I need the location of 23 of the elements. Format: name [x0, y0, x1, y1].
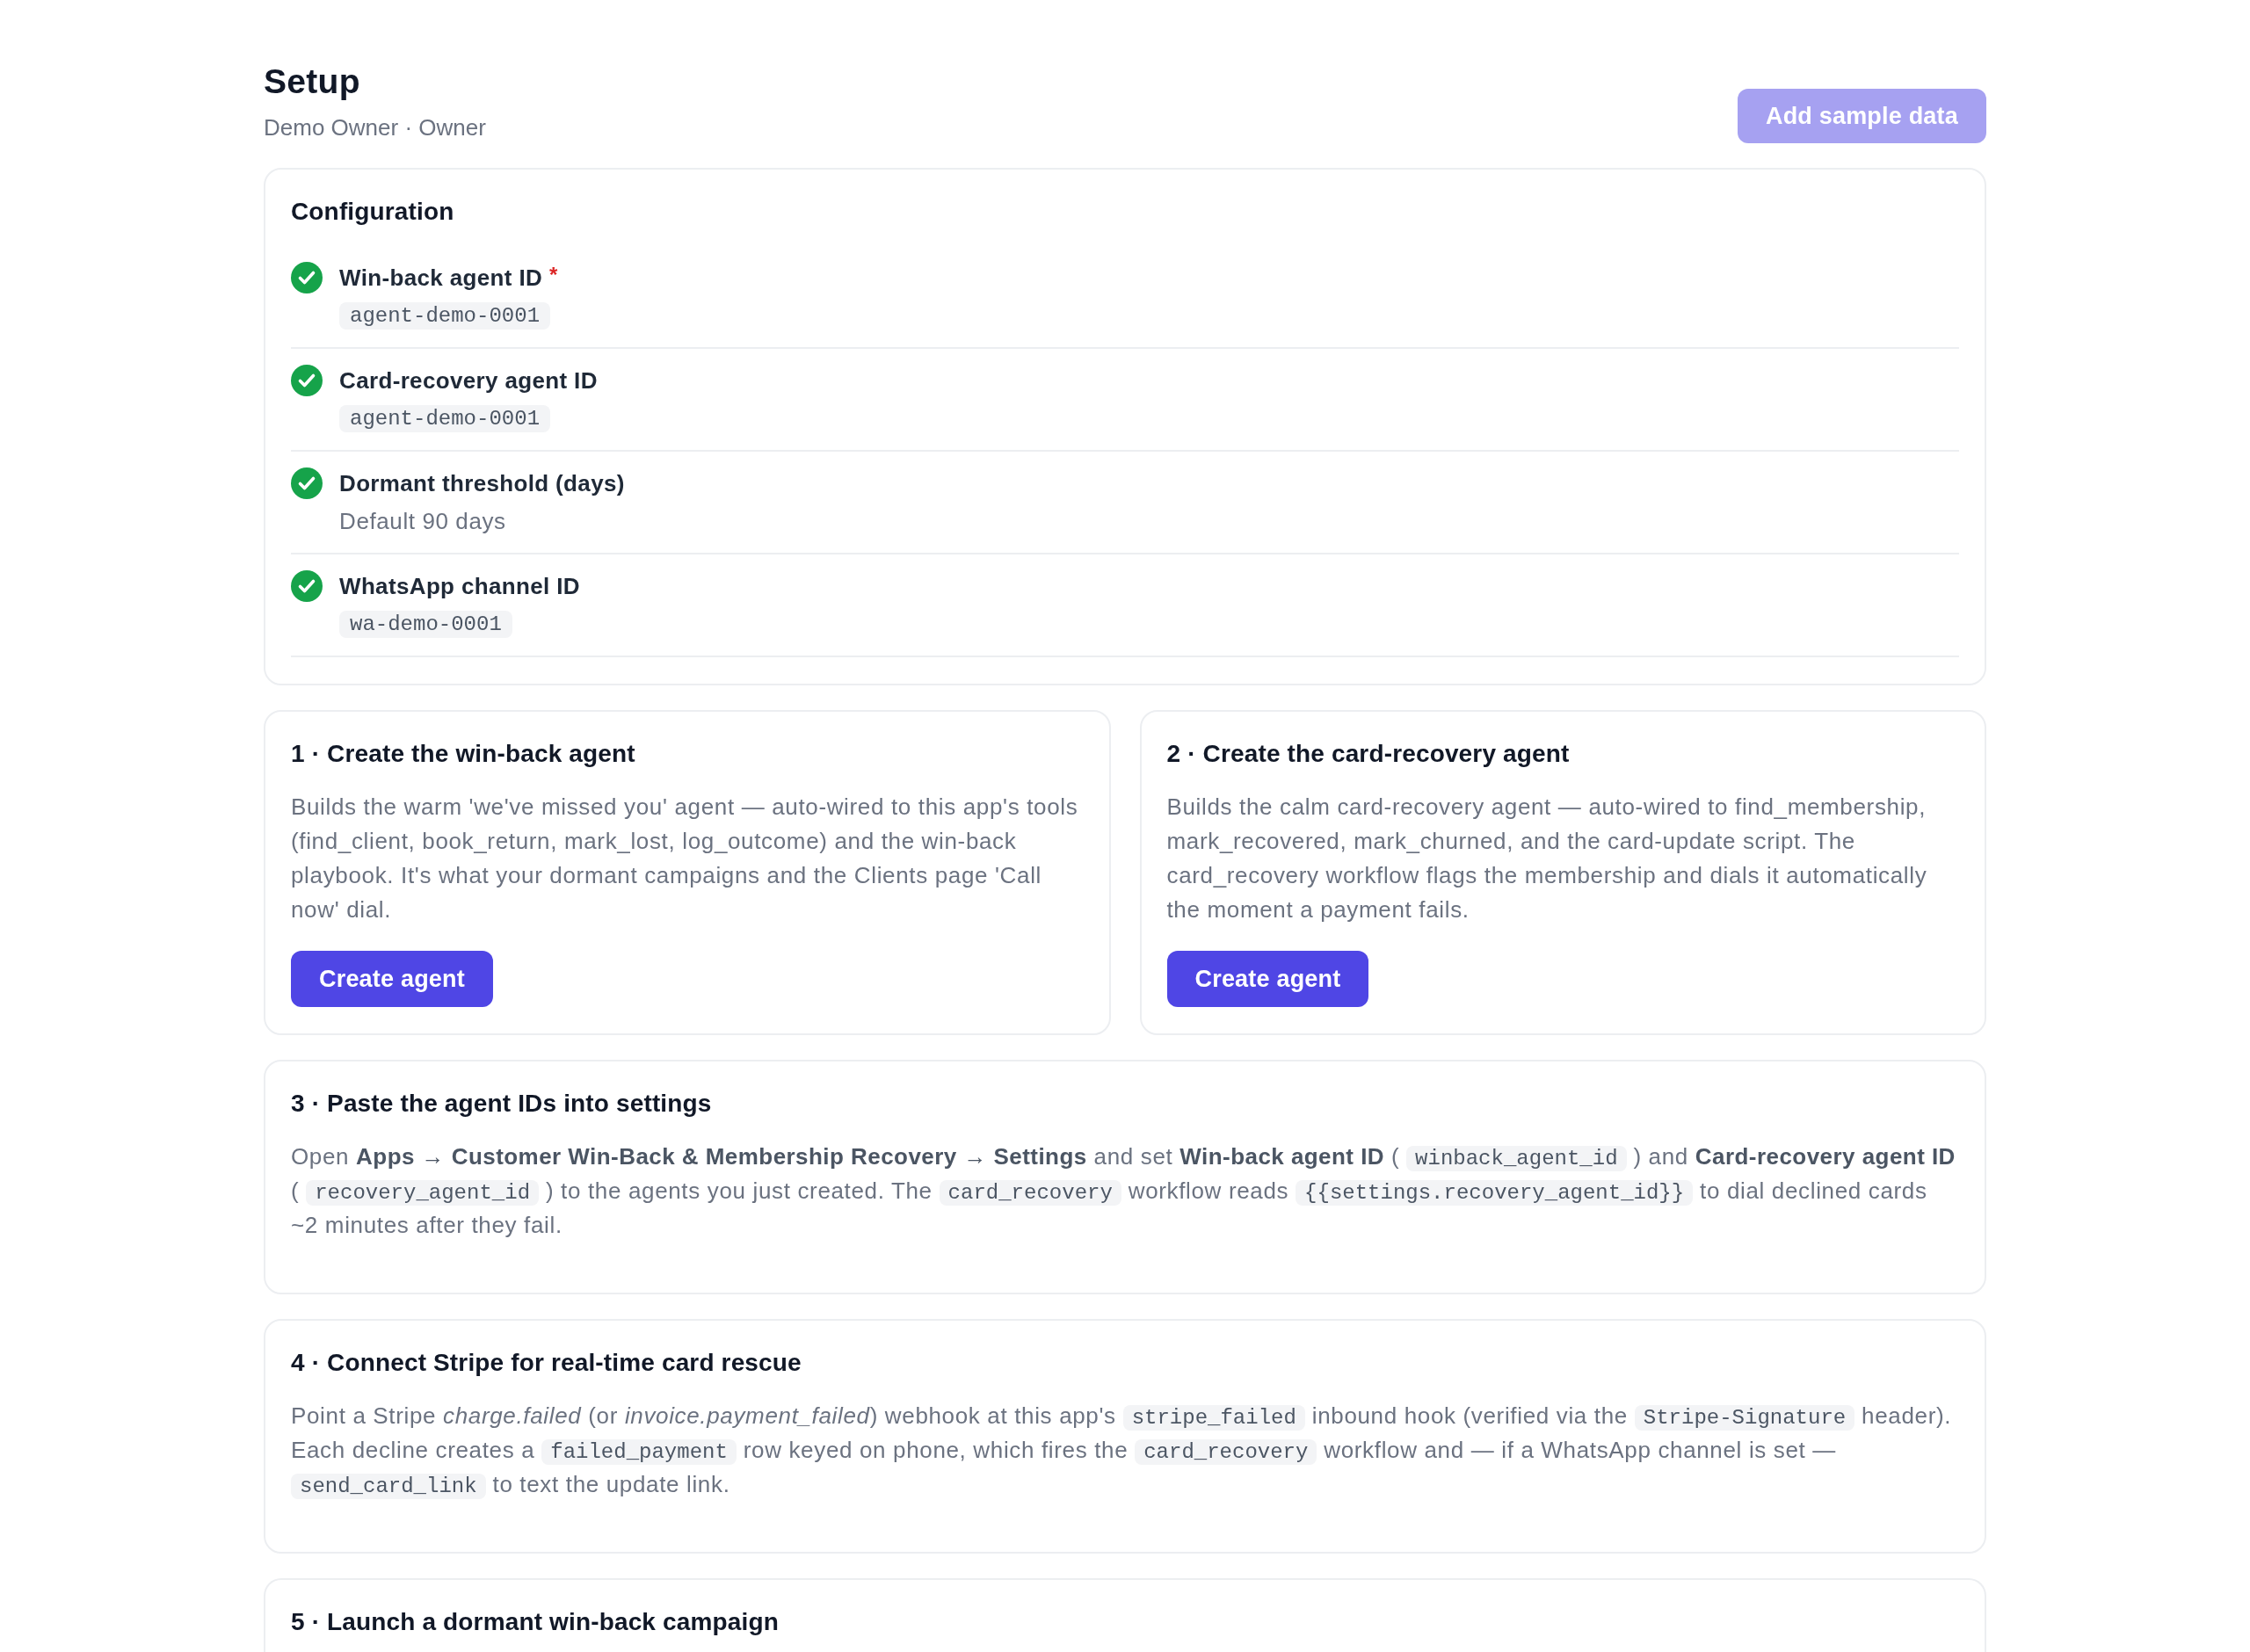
code-value: wa-demo-0001: [339, 610, 512, 638]
page-subtitle: Demo Owner · Owner: [264, 113, 486, 142]
create-agent-button[interactable]: Create agent: [291, 951, 493, 1007]
page-title: Setup: [264, 62, 361, 102]
step-title: 1 · Create the win-back agent: [291, 739, 636, 769]
step-title: 3 · Paste the agent IDs into settings: [291, 1089, 713, 1119]
panel-title: Configuration: [291, 197, 455, 227]
step-description: Builds the warm 'we've missed you' agent — auto-wired to this app's tools (find_client, book_return, mark_lost, log_outcome) and the win-back playbook. It's what your dormant campaigns and the Clients page 'Call now' dial.: [291, 793, 1079, 924]
setting-label: WhatsApp channel ID: [339, 572, 580, 601]
step-description: Builds the calm card-recovery agent — auto-wired to find_membership, mark_recovered, mark_churned, and the card-update script. The card_recovery workflow flags the membership and dials it automatically the moment a payment fails.: [1166, 793, 1928, 924]
code-value: agent-demo-0001: [339, 301, 551, 330]
create-agent-button[interactable]: Create agent: [1166, 951, 1369, 1007]
step-description: Point a Stripe charge.failed (or invoice.payment_failed) webhook at this app's stripe_failed inbound hook (verified via the Stripe-Signature header). Each decline creates a failed_payment row keyed on phone, which fires the card_recovery workflow and — if a WhatsApp channel is set — send_card_link to text the update link.: [291, 1402, 1953, 1501]
required-mark: *: [549, 262, 558, 288]
step-title: 2 · Create the card-recovery agent: [1166, 739, 1571, 769]
setting-label: Card-recovery agent ID: [339, 366, 598, 395]
setting-label: Dormant threshold (days): [339, 469, 625, 498]
setting-label: Win-back agent ID: [339, 264, 543, 293]
step-title: 4 · Connect Stripe for real-time card rescue: [291, 1348, 802, 1378]
step-description: Open Apps → Customer Win-Back & Membership Recovery → Settings and set Win-back agent ID ( winback_agent_id ) and Card-recovery agent ID ( recovery_agent_id ) to the agents you just created. The card_recovery workflow reads {{settings.recovery_agent_id}} to dial declined cards ~2 minutes after they fail.: [291, 1142, 1956, 1240]
code-value: agent-demo-0001: [339, 404, 551, 432]
step-title: 5 · Launch a dormant win-back campaign: [291, 1607, 780, 1637]
value-text: Default 90 days: [339, 507, 506, 536]
